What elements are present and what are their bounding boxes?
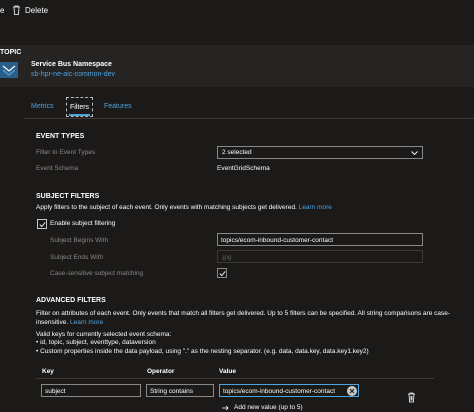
tab-metrics[interactable]: Metrics: [31, 97, 54, 117]
event-schema-label: Event Schema: [36, 165, 79, 172]
filter-value-tag[interactable]: topics/ecom-inbound-customer-contact: [219, 384, 359, 397]
case-sensitive-checkbox[interactable]: [217, 268, 227, 278]
subject-ends-with-input[interactable]: .jpg: [217, 250, 423, 263]
column-header-operator: Operator: [147, 368, 175, 375]
delete-button[interactable]: Delete: [25, 6, 48, 15]
valid-keys-intro: Valid keys for currently selected event …: [36, 331, 172, 338]
case-sensitive-label: Case-sensitive subject matching: [50, 270, 144, 277]
advanced-filters-description: Filter on attributes of each event. Only…: [36, 309, 456, 327]
filter-value-text: topics/ecom-inbound-customer-contact: [223, 387, 335, 395]
command-bar: e Delete: [0, 0, 474, 20]
chevron-down-icon: [411, 151, 418, 156]
subject-begins-with-label: Subject Begins With: [50, 237, 109, 244]
checkmark-icon: [219, 271, 226, 277]
advanced-learn-more-link[interactable]: Learn more: [70, 319, 103, 326]
event-types-title: EVENT TYPES: [36, 133, 85, 140]
filter-key-input[interactable]: subject: [41, 384, 141, 397]
filter-operator-dropdown[interactable]: String contains: [146, 384, 214, 397]
service-bus-icon: [0, 62, 18, 78]
checkmark-icon: [39, 222, 46, 228]
event-types-dropdown[interactable]: 2 selected: [217, 146, 423, 159]
valid-keys-list: id, topic, subject, eventtype, dataversi…: [36, 338, 369, 356]
tab-features[interactable]: Features: [104, 97, 132, 117]
subject-ends-with-label: Subject Ends With: [50, 254, 104, 261]
column-header-key: Key: [42, 368, 54, 375]
filter-event-types-label: Filter to Event Types: [36, 149, 96, 156]
trash-icon[interactable]: [12, 5, 21, 15]
enable-subject-filtering-checkbox[interactable]: [37, 219, 47, 229]
arrow-right-icon: [222, 405, 229, 411]
subject-begins-with-value: topics/ecom-inbound-customer-contact: [221, 236, 333, 244]
filter-operator-value: String contains: [150, 387, 193, 395]
table-header-divider: [36, 378, 434, 379]
event-types-selected: 2 selected: [222, 149, 252, 156]
truncated-command[interactable]: e: [0, 6, 4, 15]
subject-filters-description-text: Apply filters to the subject of each eve…: [36, 204, 297, 211]
enable-subject-filtering-label: Enable subject filtering: [50, 220, 116, 227]
event-schema-value: EventGridSchema: [217, 165, 270, 172]
subject-begins-with-input[interactable]: topics/ecom-inbound-customer-contact: [217, 233, 423, 246]
remove-tag-icon[interactable]: [347, 386, 357, 396]
tab-filters[interactable]: Filters: [66, 97, 94, 117]
subject-filters-description: Apply filters to the subject of each eve…: [36, 203, 456, 212]
namespace-link[interactable]: sb-hpr-ne-aic-common-dev: [31, 71, 115, 78]
tab-divider: [24, 118, 474, 119]
trash-icon[interactable]: [407, 392, 416, 403]
column-header-value: Value: [219, 368, 236, 375]
resource-type-label: TOPIC: [0, 49, 22, 56]
list-item: id, topic, subject, eventtype, dataversi…: [36, 338, 369, 347]
list-item: Custom properties inside the data payloa…: [36, 347, 369, 356]
subject-learn-more-link[interactable]: Learn more: [299, 204, 332, 211]
subject-filters-title: SUBJECT FILTERS: [36, 193, 100, 200]
resource-title: Service Bus Namespace: [31, 61, 112, 68]
add-new-value-button[interactable]: Add new value (up to 5): [234, 404, 303, 411]
advanced-filters-title: ADVANCED FILTERS: [36, 297, 106, 304]
subject-ends-with-placeholder: .jpg: [221, 253, 232, 261]
filter-key-value: subject: [45, 387, 66, 395]
